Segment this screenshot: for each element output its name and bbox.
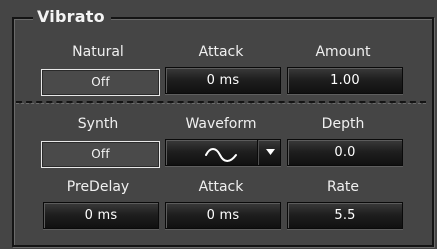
vibrato-attack-label: Attack [198,44,244,60]
waveform-dropdown-arrow[interactable] [257,140,282,165]
amount-field[interactable]: 1.00 [287,67,403,94]
vibrato-attack-field[interactable]: 0 ms [165,67,281,94]
waveform-label: Waveform [185,116,257,132]
synth-attack-label: Attack [198,179,244,195]
amount-label: Amount [315,44,371,60]
synth-toggle-button[interactable]: Off [41,141,160,168]
natural-label: Natural [72,44,124,60]
depth-label: Depth [321,116,365,132]
section-divider [16,101,426,104]
group-title: Vibrato [33,6,111,28]
vibrato-panel: Vibrato Natural Attack Amount Off 0 ms 1… [0,0,437,249]
depth-field[interactable]: 0.0 [287,139,403,166]
natural-toggle-button[interactable]: Off [41,69,160,96]
synth-label: Synth [77,116,119,132]
predelay-label: PreDelay [66,179,130,195]
predelay-field[interactable]: 0 ms [43,202,159,229]
rate-label: Rate [326,179,360,195]
waveform-dropdown[interactable] [165,139,281,166]
rate-field[interactable]: 5.5 [287,202,403,229]
synth-attack-field[interactable]: 0 ms [165,202,281,229]
